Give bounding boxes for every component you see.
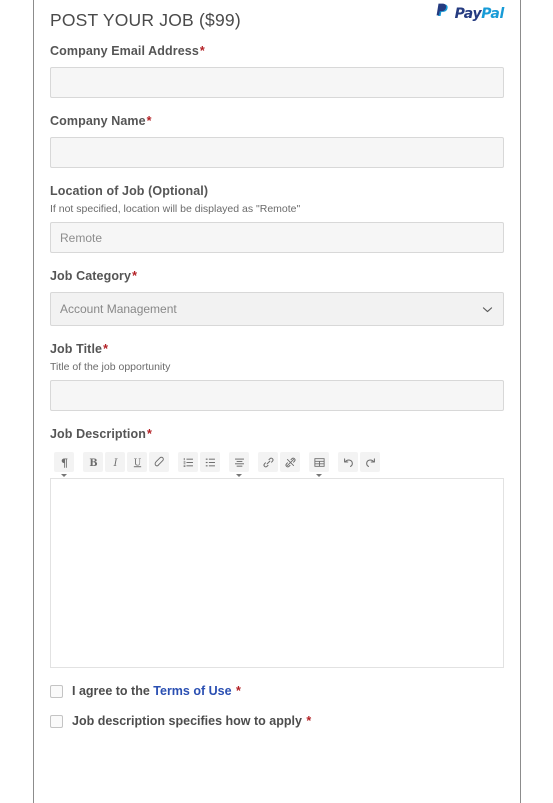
- field-job-description: Job Description* ¶ B I U: [50, 427, 504, 668]
- terms-of-use-link[interactable]: Terms of Use: [153, 684, 231, 698]
- toolbar-separator: [222, 462, 227, 463]
- required-asterisk: *: [146, 114, 152, 128]
- dropdown-caret-icon: [316, 474, 322, 477]
- label-job-description: Job Description*: [50, 427, 504, 441]
- label-text: Location of Job (Optional): [50, 184, 209, 198]
- paypal-word-pal: Pal: [481, 6, 504, 22]
- label-company-email: Company Email Address*: [50, 44, 504, 58]
- rich-text-editor: ¶ B I U: [50, 450, 504, 668]
- align-icon[interactable]: [229, 452, 249, 477]
- table-icon[interactable]: [309, 452, 329, 477]
- svg-text:B: B: [89, 458, 97, 469]
- checkbox-row-agree-terms: I agree to the Terms of Use *: [50, 684, 504, 698]
- required-asterisk: *: [306, 714, 312, 728]
- redo-icon[interactable]: [360, 452, 380, 472]
- post-job-form-card: POST YOUR JOB ($99) PayPal Company Email…: [33, 0, 521, 803]
- toolbar-separator: [76, 462, 81, 463]
- how-to-apply-text: Job description specifies how to apply: [72, 714, 302, 728]
- company-email-input[interactable]: [50, 67, 504, 98]
- agree-terms-label: I agree to the Terms of Use *: [72, 684, 241, 698]
- screenshot-root: POST YOUR JOB ($99) PayPal Company Email…: [0, 0, 553, 803]
- paypal-word-pay: Pay: [454, 6, 482, 22]
- label-text: Job Title: [50, 342, 103, 356]
- toolbar-separator: [302, 462, 307, 463]
- checkbox-row-how-to-apply: Job description specifies how to apply *: [50, 714, 504, 728]
- required-asterisk: *: [132, 269, 138, 283]
- label-job-location: Location of Job (Optional): [50, 184, 504, 198]
- paypal-logo: PayPal: [436, 3, 504, 25]
- link-icon[interactable]: [258, 452, 278, 472]
- undo-icon[interactable]: [338, 452, 358, 472]
- toolbar-separator: [331, 462, 336, 463]
- paragraph-format-icon[interactable]: ¶: [54, 452, 74, 477]
- toolbar-separator: [251, 462, 256, 463]
- field-job-location: Location of Job (Optional) If not specif…: [50, 184, 504, 253]
- required-asterisk: *: [103, 342, 109, 356]
- job-category-select-wrapper: Account Management: [50, 292, 504, 326]
- required-asterisk: *: [236, 684, 241, 698]
- agree-terms-checkbox[interactable]: [50, 684, 63, 698]
- field-company-name: Company Name*: [50, 114, 504, 168]
- job-location-input[interactable]: [50, 222, 504, 253]
- label-job-category: Job Category*: [50, 269, 504, 283]
- required-asterisk: *: [199, 44, 205, 58]
- job-title-input[interactable]: [50, 380, 504, 411]
- required-asterisk: *: [146, 427, 152, 441]
- paypal-wordmark: PayPal: [454, 6, 505, 22]
- how-to-apply-checkbox[interactable]: [50, 714, 63, 728]
- field-job-category: Job Category* Account Management: [50, 269, 504, 326]
- toolbar-separator: [171, 462, 176, 463]
- svg-text:I: I: [112, 458, 118, 469]
- field-job-title: Job Title* Title of the job opportunity: [50, 342, 504, 411]
- dropdown-caret-icon: [61, 474, 67, 477]
- editor-toolbar: ¶ B I U: [50, 450, 504, 477]
- agree-terms-text: I agree to the: [72, 684, 154, 698]
- label-text: Job Category: [50, 269, 132, 283]
- job-description-editor-body[interactable]: [50, 478, 504, 668]
- form-header: POST YOUR JOB ($99) PayPal: [50, 0, 504, 44]
- dropdown-caret-icon: [236, 474, 242, 477]
- label-text: Company Email Address: [50, 44, 199, 58]
- ordered-list-icon[interactable]: [178, 452, 198, 472]
- svg-text:¶: ¶: [60, 456, 67, 469]
- company-name-input[interactable]: [50, 137, 504, 168]
- page-title: POST YOUR JOB ($99): [50, 10, 241, 30]
- hint-job-title: Title of the job opportunity: [50, 361, 171, 373]
- label-company-name: Company Name*: [50, 114, 504, 128]
- label-text: Company Name: [50, 114, 146, 128]
- bold-icon[interactable]: B: [83, 452, 103, 472]
- underline-icon[interactable]: U: [127, 452, 147, 472]
- paypal-mark-icon: [436, 3, 452, 25]
- unordered-list-icon[interactable]: [200, 452, 220, 472]
- unlink-icon[interactable]: [280, 452, 300, 472]
- how-to-apply-label: Job description specifies how to apply *: [72, 714, 311, 728]
- label-text: Job Description: [50, 427, 146, 441]
- hint-job-location: If not specified, location will be displ…: [50, 203, 301, 215]
- job-category-select[interactable]: Account Management: [50, 292, 504, 326]
- label-job-title: Job Title*: [50, 342, 504, 356]
- field-company-email: Company Email Address*: [50, 44, 504, 98]
- clear-formatting-icon[interactable]: [149, 452, 169, 472]
- italic-icon[interactable]: I: [105, 452, 125, 472]
